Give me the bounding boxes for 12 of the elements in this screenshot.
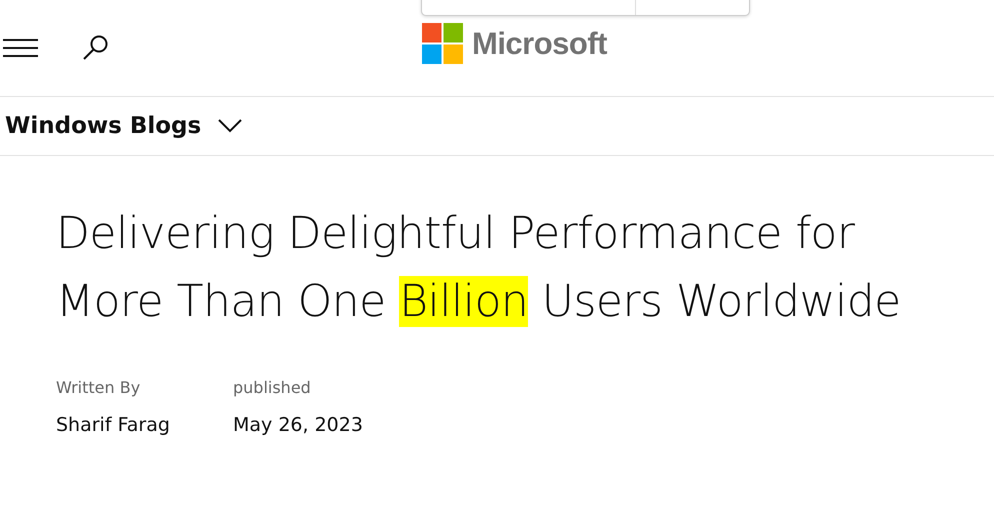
meta-value: May 26, 2023 (233, 414, 364, 436)
menu-icon (3, 36, 38, 60)
menu-button[interactable] (3, 36, 38, 60)
logo-text: Microsoft (472, 26, 607, 62)
meta-value: Sharif Farag (56, 414, 171, 436)
chevron-icon (218, 119, 242, 133)
meta-label: Written By (56, 378, 142, 397)
windows-blogs-dropdown[interactable]: Windows Blogs (0, 97, 242, 155)
four-squares-icon (422, 23, 463, 64)
article-title: Delivering Delightful Performance for More Than One Billion Users Worldwide (56, 207, 902, 329)
microsoft-logo[interactable]: Microsoft (422, 23, 607, 64)
meta-label: published (233, 378, 312, 397)
